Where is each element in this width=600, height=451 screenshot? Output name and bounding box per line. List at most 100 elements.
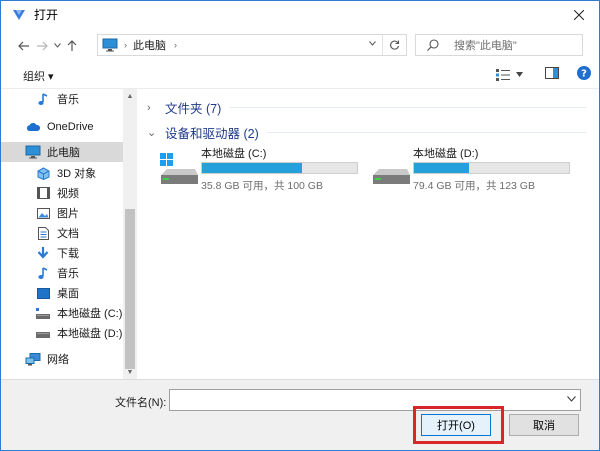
drive-d-icon [35,326,51,340]
sidebar-item-label: 本地磁盘 (C:) [57,308,123,320]
desktop-icon [35,286,51,300]
sidebar-item-label: 网络 [47,354,69,366]
sidebar-item-label: OneDrive [47,121,94,133]
breadcrumb-this-pc[interactable]: 此电脑 [133,37,166,53]
forward-arrow-icon [37,41,48,50]
view-options-button[interactable] [496,68,523,81]
breadcrumb-separator[interactable]: › [124,40,127,50]
document-icon [35,226,51,240]
address-dropdown[interactable] [369,38,376,49]
sidebar-item-label: 视频 [57,188,79,200]
sidebar-item-label: 3D 对象 [57,168,97,180]
sidebar-item-label: 音乐 [57,268,79,280]
sidebar-item-onedrive[interactable]: OneDrive [1,117,123,137]
group-folders[interactable]: › 文件夹 (7) [147,98,587,117]
sidebar-item-drive-c[interactable]: 本地磁盘 (C:) [1,303,123,323]
scroll-down-arrow[interactable]: ▼ [123,365,137,379]
sidebar-item-documents[interactable]: 文档 [1,223,123,243]
filename-field[interactable] [169,389,581,411]
sidebar-item-this-pc[interactable]: 此电脑 [1,142,123,162]
drive-free-space: 35.8 GB 可用，共 100 GB [201,180,323,192]
app-icon [12,8,26,22]
sidebar-item-label: 文档 [57,228,79,240]
network-icon [25,352,41,366]
group-divider [229,107,587,108]
cancel-button[interactable]: 取消 [509,414,579,436]
search-box[interactable]: 搜索"此电脑" [415,34,583,56]
breadcrumb-separator[interactable]: › [174,40,177,50]
chevron-right-icon: › [147,101,151,114]
dialog-footer: 文件名(N): 打开(O) 取消 [1,379,599,450]
drive-tile-c[interactable]: 本地磁盘 (C:) 35.8 GB 可用，共 100 GB [159,145,379,193]
scroll-up-arrow[interactable]: ▲ [123,89,137,103]
system-drive-icon [159,151,199,185]
drive-usage-fill [414,163,469,173]
recent-locations-dropdown[interactable] [51,36,63,56]
preview-pane-button[interactable] [545,67,559,82]
group-devices-and-drives[interactable]: ⌄ 设备和驱动器 (2) [147,123,587,142]
refresh-icon [390,40,400,50]
group-header-label: 设备和驱动器 (2) [165,127,259,141]
window-title: 打开 [34,8,59,22]
filename-dropdown[interactable] [567,394,576,404]
svg-text:?: ? [581,69,587,80]
sidebar-item-pictures[interactable]: 图片 [1,203,123,223]
sidebar-item-network[interactable]: 网络 [1,349,123,369]
forward-button[interactable] [33,36,51,56]
sidebar-item-desktop[interactable]: 桌面 [1,283,123,303]
video-icon [35,186,51,200]
up-button[interactable] [63,36,81,56]
sidebar-item-drive-d[interactable]: 本地磁盘 (D:) [1,323,123,343]
scrollbar-thumb[interactable] [125,209,135,369]
cloud-icon [25,120,41,134]
help-button[interactable]: ? [577,66,591,83]
filename-label: 文件名(N): [115,397,167,409]
back-arrow-icon [18,41,29,50]
sidebar-item-music-top[interactable]: 音乐 [1,89,123,109]
search-input[interactable]: 搜索"此电脑" [454,37,517,53]
organize-menu[interactable]: 组织 ▾ [23,68,54,84]
3d-objects-icon [35,166,51,180]
navigation-bar: › 此电脑 › 搜索"此电脑" [1,29,599,62]
toolbar: 组织 ▾ ? [1,63,599,89]
group-header-label: 文件夹 (7) [165,102,222,116]
group-divider [266,132,587,133]
drive-name: 本地磁盘 (C:) [201,148,267,160]
download-icon [35,246,51,260]
view-icon [496,68,510,81]
sidebar-item-3d-objects[interactable]: 3D 对象 [1,163,123,183]
sidebar-item-label: 此电脑 [47,147,80,159]
sidebar-scrollbar[interactable]: ▲ ▼ [123,89,137,379]
sidebar-item-label: 桌面 [57,288,79,300]
drive-usage-bar [413,162,570,174]
drive-name: 本地磁盘 (D:) [413,148,479,160]
up-arrow-icon [67,39,77,51]
drive-usage-bar [201,162,358,174]
chevron-down-icon: ⌄ [147,127,157,139]
back-button[interactable] [15,36,33,56]
refresh-button[interactable] [382,35,406,55]
sidebar-item-downloads[interactable]: 下载 [1,243,123,263]
picture-icon [35,206,51,220]
drive-c-icon [35,306,51,320]
sidebar-item-label: 音乐 [57,94,79,106]
sidebar-item-music[interactable]: 音乐 [1,263,123,283]
address-bar[interactable]: › 此电脑 › [97,34,407,56]
drive-icon [371,151,411,185]
sidebar-item-label: 下载 [57,248,79,260]
close-button[interactable] [559,1,599,28]
chevron-down-icon [53,43,61,48]
sidebar-item-videos[interactable]: 视频 [1,183,123,203]
drive-tile-d[interactable]: 本地磁盘 (D:) 79.4 GB 可用，共 123 GB [371,145,591,193]
navigation-pane: 音乐 OneDrive 此电脑 3D 对象 视频 图片 文档 下载 音乐 桌面 … [1,89,139,379]
drive-usage-fill [202,163,302,173]
sidebar-item-label: 图片 [57,208,79,220]
chevron-down-icon [567,396,576,402]
chevron-down-icon [369,41,376,46]
title-bar: 打开 [1,1,599,28]
chevron-down-icon [516,72,523,77]
help-icon: ? [577,66,591,80]
close-icon [574,9,584,20]
open-button[interactable]: 打开(O) [421,414,491,436]
search-icon [426,38,440,52]
